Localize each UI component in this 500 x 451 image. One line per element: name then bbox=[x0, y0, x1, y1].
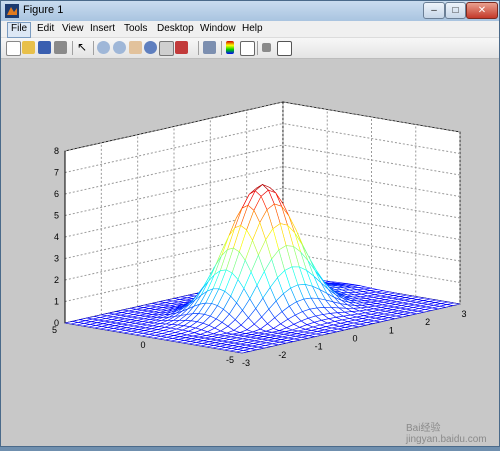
matlab-icon bbox=[5, 4, 19, 18]
tick-label: 3 bbox=[54, 254, 59, 264]
tick-label: 1 bbox=[54, 297, 59, 307]
title-bar[interactable]: Figure 1 – □ ✕ bbox=[1, 1, 499, 21]
save-icon[interactable] bbox=[38, 41, 51, 54]
hide-plot-tools-icon[interactable] bbox=[262, 43, 271, 52]
legend-icon[interactable] bbox=[240, 41, 255, 56]
maximize-button[interactable]: □ bbox=[445, 2, 466, 19]
tick-label: 6 bbox=[54, 189, 59, 199]
edit-plot-arrow-icon[interactable]: ↖ bbox=[77, 41, 90, 54]
menu-tools[interactable]: Tools bbox=[121, 22, 150, 36]
menu-insert[interactable]: Insert bbox=[87, 22, 118, 36]
new-figure-icon[interactable] bbox=[6, 41, 21, 56]
plot-area[interactable]: 012345678-3-2-10123-505 bbox=[1, 59, 499, 446]
tick-label: 2 bbox=[425, 317, 430, 327]
toolbar-separator bbox=[72, 41, 73, 55]
minimize-button[interactable]: – bbox=[423, 2, 445, 19]
tick-label: 3 bbox=[461, 309, 466, 319]
figure-toolbar: ↖ bbox=[1, 38, 499, 59]
menu-edit[interactable]: Edit bbox=[34, 22, 57, 36]
tick-label: 2 bbox=[54, 275, 59, 285]
tick-label: 1 bbox=[389, 325, 394, 335]
figure-window: Figure 1 – □ ✕ File Edit View Insert Too… bbox=[0, 0, 500, 447]
surface-plot[interactable]: 012345678-3-2-10123-505 bbox=[1, 59, 499, 446]
tick-label: 0 bbox=[352, 334, 357, 344]
window-title: Figure 1 bbox=[23, 4, 63, 16]
close-button[interactable]: ✕ bbox=[466, 2, 498, 19]
tick-label: 7 bbox=[54, 168, 59, 178]
menu-help[interactable]: Help bbox=[239, 22, 266, 36]
tick-label: 5 bbox=[54, 211, 59, 221]
tick-label: 5 bbox=[52, 325, 57, 335]
print-icon[interactable] bbox=[54, 41, 67, 54]
tick-label: 8 bbox=[54, 146, 59, 156]
brush-icon[interactable] bbox=[175, 41, 188, 54]
tick-label: -3 bbox=[242, 358, 250, 368]
tick-label: 0 bbox=[140, 340, 145, 350]
link-plot-icon[interactable] bbox=[203, 41, 216, 54]
menu-window[interactable]: Window bbox=[197, 22, 239, 36]
toolbar-separator bbox=[198, 41, 199, 55]
menu-view[interactable]: View bbox=[59, 22, 87, 36]
zoom-out-icon[interactable] bbox=[113, 41, 126, 54]
tick-label: -2 bbox=[278, 350, 286, 360]
menu-file[interactable]: File bbox=[7, 22, 31, 38]
colorbar-icon[interactable] bbox=[226, 41, 234, 54]
toolbar-separator bbox=[221, 41, 222, 55]
show-plot-tools-icon[interactable] bbox=[277, 41, 292, 56]
open-file-icon[interactable] bbox=[22, 41, 35, 54]
toolbar-separator bbox=[93, 41, 94, 55]
tick-label: 4 bbox=[54, 232, 59, 242]
zoom-in-icon[interactable] bbox=[97, 41, 110, 54]
pan-hand-icon[interactable] bbox=[129, 41, 142, 54]
watermark: Bai经验 jingyan.baidu.com bbox=[406, 419, 499, 445]
menu-desktop[interactable]: Desktop bbox=[154, 22, 197, 36]
tick-label: -1 bbox=[315, 342, 323, 352]
toolbar-separator bbox=[257, 41, 258, 55]
rotate-3d-icon[interactable] bbox=[144, 41, 157, 54]
tick-label: -5 bbox=[226, 355, 234, 365]
data-cursor-icon[interactable] bbox=[159, 41, 174, 56]
menu-bar: File Edit View Insert Tools Desktop Wind… bbox=[1, 21, 499, 37]
